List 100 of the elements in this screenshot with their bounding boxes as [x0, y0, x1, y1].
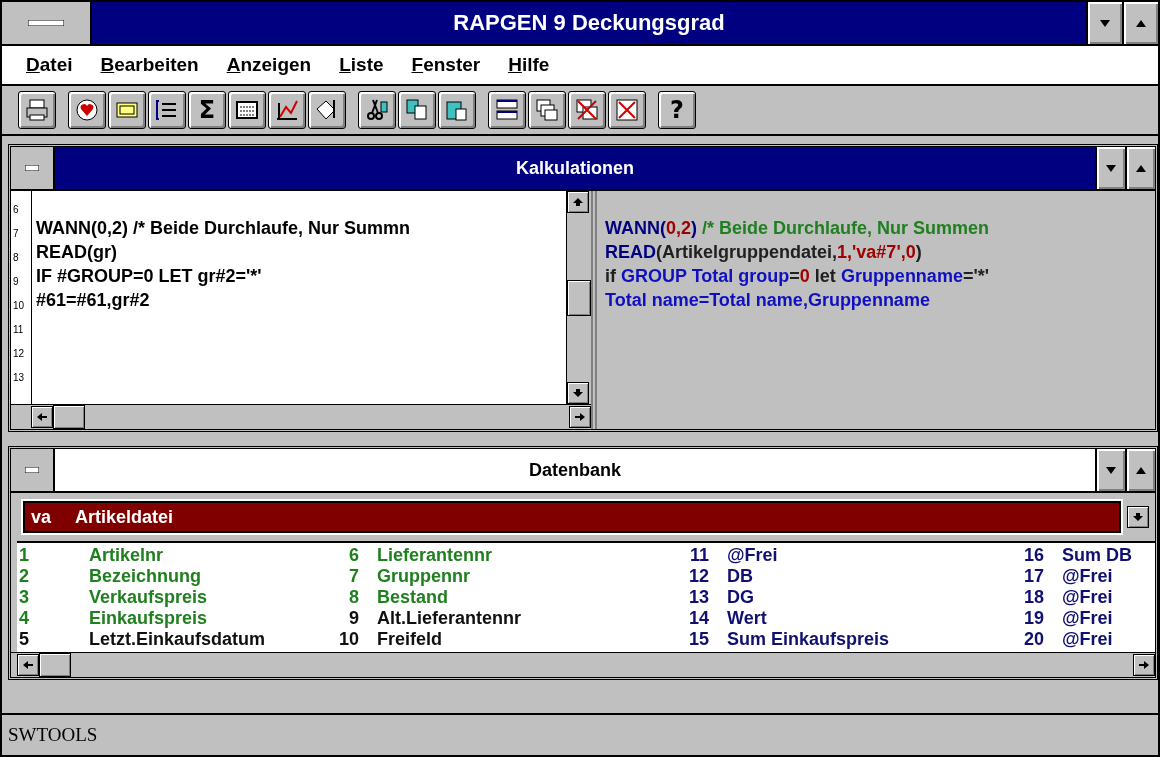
left-arrow-icon	[23, 661, 33, 669]
field-item[interactable]: 17 @Frei	[1004, 566, 1155, 587]
field-item[interactable]: 16 Sum DB	[1004, 545, 1155, 566]
field-item[interactable]: 10 Freifeld	[319, 629, 669, 650]
menu-item[interactable]: Fenster	[411, 54, 481, 76]
scroll-up-button[interactable]	[567, 191, 589, 213]
toolbar-button[interactable]	[488, 91, 526, 129]
toolbar-button[interactable]: Σ	[188, 91, 226, 129]
right-arrow-icon	[1139, 661, 1149, 669]
scroll-left-button[interactable]	[31, 406, 53, 428]
field-item[interactable]: 6 Lieferantennr	[319, 545, 669, 566]
toolbar-button[interactable]	[568, 91, 606, 129]
dropdown-button[interactable]	[1127, 506, 1149, 528]
scroll-thumb[interactable]	[567, 279, 591, 316]
scroll-left-button[interactable]	[17, 654, 39, 676]
field-item[interactable]: 8 Bestand	[319, 587, 669, 608]
line-number: 8	[12, 251, 20, 263]
scroll-down-button[interactable]	[567, 382, 589, 404]
menu-item[interactable]: Bearbeiten	[100, 54, 199, 76]
field-item[interactable]: 1 Artikelnr	[19, 545, 319, 566]
horizontal-scrollbar[interactable]	[11, 652, 1155, 677]
field-item[interactable]: 2 Bezeichnung	[19, 566, 319, 587]
maximize-button[interactable]	[1125, 147, 1155, 189]
minimize-button[interactable]	[1095, 147, 1125, 189]
window-title: Datenbank	[528, 458, 622, 482]
field-item[interactable]: 3 Verkaufspreis	[19, 587, 319, 608]
toolbar-button[interactable]	[438, 91, 476, 129]
field-item[interactable]: 19 @Frei	[1004, 608, 1155, 629]
code-line: IF #GROUP=0 LET gr#2='*'	[36, 265, 263, 287]
field-item[interactable]: 18 @Frei	[1004, 587, 1155, 608]
toolbar-button[interactable]: ?	[658, 91, 696, 129]
field-item[interactable]: 4 Einkaufspreis	[19, 608, 319, 629]
down-arrow-icon	[1106, 164, 1116, 172]
right-arrow-icon	[575, 413, 585, 421]
down-arrow-icon	[1133, 513, 1143, 521]
menu-item[interactable]: Hilfe	[508, 54, 550, 76]
line-number: 7	[12, 227, 20, 239]
scroll-thumb[interactable]	[39, 653, 71, 677]
copy-icon	[404, 97, 430, 123]
vertical-scrollbar[interactable]	[566, 191, 591, 404]
code-editor[interactable]: WANN(0,2) /* Beide Durchlaufe, Nur Summn READ(gr) IF #GROUP=0 LET gr#2='*' #61=#61,gr#2	[32, 191, 566, 404]
left-arrow-icon	[37, 413, 47, 421]
toolbar-button[interactable]	[108, 91, 146, 129]
window-title: Kalkulationen	[515, 156, 635, 180]
database-dropdown[interactable]: va Artikeldatei	[23, 501, 1121, 533]
tile-windows-icon	[494, 97, 520, 123]
line-number: 9	[12, 275, 20, 287]
code-line: WANN(0,2) /* Beide Durchlaufe, Nur Summn	[36, 217, 412, 239]
toolbar-button[interactable]	[608, 91, 646, 129]
field-item[interactable]: 20 @Frei	[1004, 629, 1155, 650]
maximize-button[interactable]	[1122, 2, 1158, 44]
toolbar-button[interactable]	[18, 91, 56, 129]
minimize-button[interactable]	[1086, 2, 1122, 44]
close-window-icon	[614, 97, 640, 123]
field-item[interactable]: 11 @Frei	[669, 545, 1004, 566]
field-item[interactable]: 7 Gruppennr	[319, 566, 669, 587]
toolbar-button[interactable]	[148, 91, 186, 129]
code-line: if GROUP Total group=0 let Gruppenname='*'	[605, 265, 990, 287]
line-number: 13	[12, 371, 26, 383]
field-item[interactable]: 15 Sum Einkaufspreis	[669, 629, 1004, 650]
scroll-thumb[interactable]	[53, 405, 85, 429]
system-menu-icon	[28, 20, 64, 26]
code-line: Total name=Total name,Gruppenname	[605, 289, 931, 311]
system-menu-icon	[25, 467, 39, 473]
code-line: READ(Artikelgruppendatei,1,'va#7',0)	[605, 241, 923, 263]
field-item[interactable]: 9 Alt.Lieferantennr	[319, 608, 669, 629]
field-item[interactable]: 14 Wert	[669, 608, 1004, 629]
toolbar-button[interactable]	[268, 91, 306, 129]
line-number: 6	[12, 203, 20, 215]
up-arrow-icon	[1136, 466, 1146, 474]
printer-icon	[24, 97, 50, 123]
toolbar-button[interactable]	[528, 91, 566, 129]
field-item[interactable]: 5 Letzt.Einkaufsdatum	[19, 629, 319, 650]
toolbar-button[interactable]	[308, 91, 346, 129]
system-menu-button[interactable]	[11, 147, 55, 189]
scroll-right-button[interactable]	[569, 406, 591, 428]
toolbar-button[interactable]	[398, 91, 436, 129]
field-item[interactable]: 13 DG	[669, 587, 1004, 608]
system-menu-icon	[25, 165, 39, 171]
code-line: #61=#61,gr#2	[36, 289, 151, 311]
system-menu-button[interactable]	[11, 449, 55, 491]
up-arrow-icon	[1136, 164, 1146, 172]
down-arrow-icon	[1106, 466, 1116, 474]
scissors-icon	[364, 97, 390, 123]
code-line: WANN(0,2) /* Beide Durchlaufe, Nur Summen	[605, 217, 991, 239]
maximize-button[interactable]	[1125, 449, 1155, 491]
scroll-right-button[interactable]	[1133, 654, 1155, 676]
toolbar-button[interactable]	[358, 91, 396, 129]
horizontal-scrollbar[interactable]	[11, 404, 591, 429]
menu-item[interactable]: Anzeigen	[226, 54, 312, 76]
up-arrow-icon	[1136, 19, 1146, 27]
menu-item[interactable]: Liste	[339, 54, 384, 76]
cascade-windows-icon	[534, 97, 560, 123]
system-menu-button[interactable]	[2, 2, 92, 44]
toolbar-button[interactable]	[68, 91, 106, 129]
menu-item[interactable]: Datei	[26, 54, 73, 76]
minimize-button[interactable]	[1095, 449, 1125, 491]
line-number: 11	[12, 323, 25, 335]
toolbar-button[interactable]	[228, 91, 266, 129]
field-item[interactable]: 12 DB	[669, 566, 1004, 587]
